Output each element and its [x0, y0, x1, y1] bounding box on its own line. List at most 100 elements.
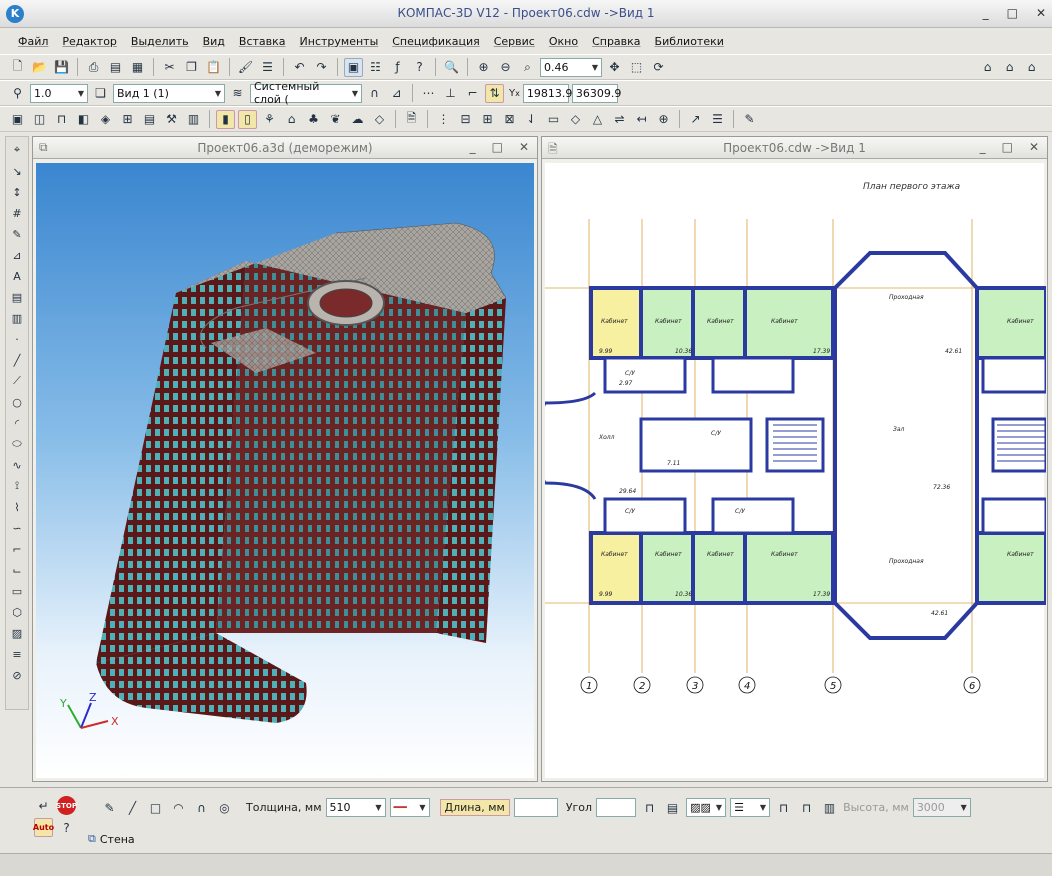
wall-type-a-icon[interactable]: ⊓	[774, 798, 793, 817]
manager-icon[interactable]: ▣	[344, 57, 363, 77]
dim-b-icon[interactable]: ⊟	[456, 110, 475, 129]
zoom-window-icon[interactable]: 🔍	[442, 58, 461, 77]
plant-icon[interactable]: ❦	[326, 110, 345, 129]
dim-n-icon[interactable]: ✎	[740, 110, 759, 129]
round-icon[interactable]: ⇅	[485, 83, 504, 103]
wall-icon[interactable]: ▮	[216, 109, 235, 129]
point-icon[interactable]: ·	[8, 330, 26, 348]
preview-icon[interactable]: ▤	[106, 58, 125, 77]
menu-tools[interactable]: Инструменты	[300, 35, 379, 48]
house-icon[interactable]: ⌂	[282, 110, 301, 129]
stop-button[interactable]: STOP	[56, 796, 77, 815]
wall-type-b-icon[interactable]: ⊓	[797, 798, 816, 817]
polyline-icon[interactable]: ⟟	[8, 477, 26, 495]
length-field[interactable]	[513, 798, 558, 817]
param-icon[interactable]: ⊿	[8, 246, 26, 264]
drawing-close-button[interactable]: ✕	[1029, 140, 1039, 154]
equidistant-icon[interactable]: ≡	[8, 645, 26, 663]
wall-point-icon[interactable]: ✎	[100, 798, 119, 817]
library-settings-icon[interactable]: ⌂	[1022, 58, 1041, 77]
refresh-icon[interactable]: ⟳	[649, 58, 668, 77]
tool-i-icon[interactable]: ▥	[184, 110, 203, 129]
line-select[interactable]: ☰ ▼	[730, 798, 771, 817]
spec-icon[interactable]: ▤	[8, 288, 26, 306]
tool-b-icon[interactable]: ◫	[30, 110, 49, 129]
drawing-minimize-button[interactable]: _	[980, 140, 986, 154]
tool-c-icon[interactable]: ⊓	[52, 110, 71, 129]
doc-icon[interactable]: 🗎	[402, 110, 421, 129]
cloud-icon[interactable]: ☁	[348, 110, 367, 129]
undo-icon[interactable]: ↶	[290, 58, 309, 77]
menu-service[interactable]: Сервис	[494, 35, 535, 48]
copy-icon[interactable]: ❐	[182, 58, 201, 77]
edit-icon[interactable]: ✎	[8, 225, 26, 243]
circle-icon[interactable]: ○	[8, 393, 26, 411]
model-close-button[interactable]: ✕	[519, 140, 529, 154]
zoom-scale-icon[interactable]: ⌕	[518, 58, 537, 77]
dims-icon[interactable]: ↕	[8, 183, 26, 201]
layer-icon[interactable]: ≋	[228, 84, 247, 103]
dim-m-icon[interactable]: ☰	[708, 110, 727, 129]
close-button[interactable]: ✕	[1036, 6, 1046, 20]
dim-c-icon[interactable]: ⊞	[478, 110, 497, 129]
redo-icon[interactable]: ↷	[312, 58, 331, 77]
open-icon[interactable]: 📂	[30, 58, 49, 77]
print-icon[interactable]: ⎙	[84, 58, 103, 77]
rect-icon[interactable]: ▭	[8, 582, 26, 600]
segment-icon[interactable]: ⟋	[8, 372, 26, 390]
select-tool-icon[interactable]: ⌖	[8, 141, 26, 159]
wall-arc-icon[interactable]: ◠	[169, 798, 188, 817]
save-icon[interactable]: 💾	[52, 58, 71, 77]
layer-select[interactable]: Системный слой (▼	[250, 80, 362, 106]
auto-button[interactable]: Auto	[33, 818, 54, 837]
list-icon[interactable]: ☰	[258, 58, 277, 77]
angle-field[interactable]	[596, 798, 637, 817]
menu-file[interactable]: Файл	[18, 35, 48, 48]
menu-insert[interactable]: Вставка	[239, 35, 286, 48]
restore-button[interactable]: □	[1007, 6, 1018, 20]
properties-icon[interactable]: ▦	[128, 58, 147, 77]
zoom-select[interactable]: 0.46 ▼	[540, 57, 602, 77]
format-brush-icon[interactable]: 🖌	[236, 58, 255, 77]
height-select[interactable]: 3000 ▼	[912, 798, 971, 817]
library-home-icon[interactable]: ⌂	[978, 58, 997, 77]
dim-j-icon[interactable]: ↤	[632, 110, 651, 129]
enter-icon[interactable]: ↵	[34, 796, 53, 815]
hatch-select[interactable]: ▨▨ ▼	[686, 798, 727, 817]
view-icon[interactable]: ❏	[91, 84, 110, 103]
dim-a-icon[interactable]: ⋮	[434, 110, 453, 129]
wall-rect-icon[interactable]: □	[146, 798, 165, 817]
menu-help[interactable]: Справка	[592, 35, 640, 48]
snap-settings-icon[interactable]: ⊿	[387, 84, 406, 103]
menu-specification[interactable]: Спецификация	[392, 35, 479, 48]
magnet-icon[interactable]: ∩	[365, 84, 384, 103]
menu-view[interactable]: Вид	[203, 35, 225, 48]
help-pointer-icon[interactable]: ?	[410, 58, 429, 77]
hatch-icon[interactable]: ▨	[8, 624, 26, 642]
tool-a-icon[interactable]: ▣	[8, 110, 27, 129]
height-icon[interactable]: ▥	[820, 798, 839, 817]
measure-icon[interactable]: A	[8, 267, 26, 285]
dim-f-icon[interactable]: ▭	[544, 110, 563, 129]
ortho-icon[interactable]: ⌐	[463, 84, 482, 103]
new-document-icon[interactable]: 🗋	[8, 58, 27, 77]
dim-l-icon[interactable]: ↗	[686, 110, 705, 129]
view-select[interactable]: Вид 1 (1) ▼	[113, 83, 225, 103]
zoom-out-icon[interactable]: ⊖	[496, 58, 515, 77]
fit-icon[interactable]: ⬚	[627, 58, 646, 77]
snap-icon[interactable]: ⚲	[8, 84, 27, 103]
menu-window[interactable]: Окно	[549, 35, 578, 48]
curve-icon[interactable]: ∽	[8, 519, 26, 537]
coordinate-y-field[interactable]: 36309.9	[571, 83, 621, 103]
stairs-icon[interactable]: ⚘	[260, 110, 279, 129]
drawing-restore-button[interactable]: □	[1002, 140, 1013, 154]
wall-tab[interactable]: ⧉ Стена	[88, 831, 135, 847]
variables-icon[interactable]: ☷	[366, 58, 385, 77]
menu-libraries[interactable]: Библиотеки	[655, 35, 724, 48]
help-button[interactable]: ?	[57, 818, 76, 837]
dim-d-icon[interactable]: ⊠	[500, 110, 519, 129]
geometry-icon[interactable]: ↘	[8, 162, 26, 180]
wall-circle-icon[interactable]: ◎	[215, 798, 234, 817]
chamfer-icon[interactable]: ⌙	[8, 561, 26, 579]
local-cs-icon[interactable]: ⊥	[441, 84, 460, 103]
